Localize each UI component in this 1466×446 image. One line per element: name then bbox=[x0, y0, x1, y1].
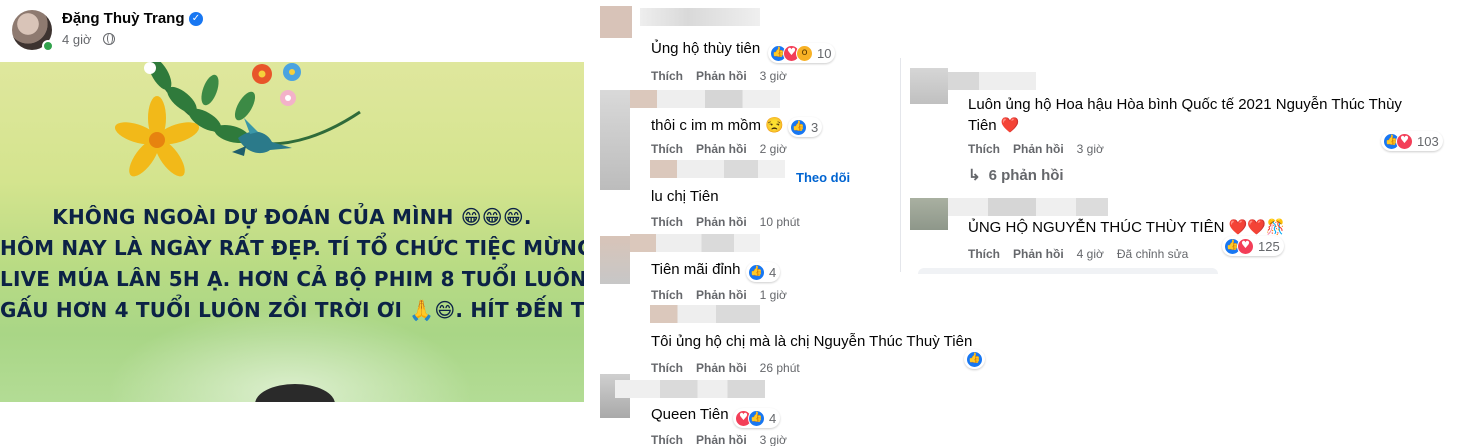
comment-timestamp[interactable]: 10 phút bbox=[760, 215, 800, 229]
post-header: Đặng Thuỳ Trang ✓ 4 giờ bbox=[0, 0, 584, 62]
like-button[interactable]: Thích bbox=[651, 361, 683, 375]
commenter-name-redacted bbox=[650, 305, 760, 323]
comment-text: Luôn ủng hộ Hoa hậu Hòa bình Quốc tế 202… bbox=[968, 96, 1402, 113]
comment-text: ỦNG HỘ NGUYỄN THÚC THÙY TIÊN ❤️❤️🎊 bbox=[968, 219, 1285, 236]
commenter-name-redacted bbox=[948, 198, 1108, 216]
reaction-count: 125 bbox=[1258, 238, 1280, 254]
comment-text: Queen Tiên bbox=[651, 406, 729, 423]
next-comment-partial bbox=[918, 268, 1218, 274]
comment-timestamp[interactable]: 3 giờ bbox=[1077, 142, 1104, 156]
comment-text: Ủng hộ thùy tiên bbox=[651, 40, 761, 57]
like-button[interactable]: Thích bbox=[651, 288, 683, 302]
reaction-summary[interactable]: ♥ 👍 4 bbox=[733, 408, 781, 428]
reaction-summary[interactable]: 👍 3 bbox=[788, 117, 823, 137]
reply-button[interactable]: Phản hồi bbox=[696, 215, 747, 229]
love-icon: ♥ bbox=[1396, 132, 1413, 150]
commenter-name-redacted bbox=[615, 380, 765, 398]
reaction-count: 10 bbox=[817, 45, 832, 61]
like-button[interactable]: Thích bbox=[651, 215, 683, 229]
post-line: KHÔNG NGOÀI DỰ ĐOÁN CỦA MÌNH 😁😁😁. bbox=[52, 205, 532, 229]
reaction-summary[interactable]: 👍 ♥ 125 bbox=[1222, 236, 1284, 256]
thread-divider bbox=[900, 58, 901, 272]
post-line: GẤU HƠN 4 TUỔI LUÔN ZỒI TRỜI ƠI 🙏😄. HÍT … bbox=[0, 298, 584, 322]
like-button[interactable]: Thích bbox=[968, 142, 1000, 156]
commenter-name-redacted bbox=[948, 72, 1036, 90]
commenter-name-redacted bbox=[640, 8, 760, 26]
comment-text: Tiên ❤️ bbox=[968, 117, 1020, 134]
comment-timestamp[interactable]: 3 giờ bbox=[760, 433, 787, 446]
commenter-avatar[interactable] bbox=[600, 236, 630, 284]
comment-actions: Thích Phản hồi 10 phút bbox=[651, 215, 813, 229]
commenter-avatar[interactable] bbox=[910, 198, 948, 230]
reaction-summary[interactable]: 👍 bbox=[964, 349, 985, 369]
comment-text: thôi c im m mồm 😒 bbox=[651, 117, 784, 134]
commenter-avatar[interactable] bbox=[600, 6, 632, 38]
reply-button[interactable]: Phản hồi bbox=[696, 433, 747, 446]
reply-button[interactable]: Phản hồi bbox=[1013, 142, 1064, 156]
like-icon: 👍 bbox=[748, 409, 765, 427]
comment-actions: Thích Phản hồi 1 giờ bbox=[651, 288, 800, 302]
comment-actions: Thích Phản hồi 2 giờ bbox=[651, 142, 800, 156]
reaction-summary[interactable]: 👍 ♥ o 10 bbox=[768, 43, 836, 63]
author-name[interactable]: Đặng Thuỳ Trang bbox=[62, 10, 185, 27]
verified-badge-icon: ✓ bbox=[189, 12, 203, 26]
like-button[interactable]: Thích bbox=[651, 142, 683, 156]
reaction-count: 4 bbox=[769, 410, 777, 426]
reply-button[interactable]: Phản hồi bbox=[1013, 247, 1064, 261]
comment-text: Tiên mãi đỉnh bbox=[651, 261, 741, 278]
comment-actions: Thích Phản hồi 26 phút bbox=[651, 361, 813, 375]
wow-icon: o bbox=[796, 44, 813, 62]
view-replies-link[interactable]: ↳ 6 phản hồi bbox=[968, 166, 1064, 184]
commenter-avatar[interactable] bbox=[600, 90, 630, 190]
comment-timestamp[interactable]: 26 phút bbox=[760, 361, 800, 375]
love-icon: ♥ bbox=[1237, 237, 1254, 255]
follow-link[interactable]: Theo dõi bbox=[796, 170, 850, 185]
reaction-count: 4 bbox=[769, 264, 777, 280]
reply-button[interactable]: Phản hồi bbox=[696, 142, 747, 156]
reaction-summary[interactable]: 👍 ♥ 103 bbox=[1381, 131, 1443, 151]
comment-timestamp[interactable]: 4 giờ bbox=[1077, 247, 1104, 261]
like-icon: 👍 bbox=[748, 263, 765, 281]
post-caption: KHÔNG NGOÀI DỰ ĐOÁN CỦA MÌNH 😁😁😁. HÔM NA… bbox=[0, 202, 584, 326]
commenter-avatar[interactable] bbox=[910, 68, 948, 104]
edited-label[interactable]: Đã chỉnh sửa bbox=[1117, 247, 1188, 261]
post-line: HÔM NAY LÀ NGÀY RẤT ĐẸP. TÍ TỔ CHỨC TIỆC… bbox=[0, 236, 584, 260]
comment-text: Tôi ủng hộ chị mà là chị Nguyễn Thúc Thu… bbox=[651, 333, 973, 350]
like-button[interactable]: Thích bbox=[651, 433, 683, 446]
commenter-name-redacted bbox=[630, 90, 780, 108]
reaction-count: 3 bbox=[811, 119, 819, 135]
comment-actions: Thích Phản hồi 3 giờ bbox=[968, 142, 1117, 156]
comment-actions: Thích Phản hồi 3 giờ bbox=[651, 433, 800, 446]
like-icon: 👍 bbox=[790, 118, 807, 136]
commenter-name-redacted bbox=[650, 160, 785, 178]
post-card: Đặng Thuỳ Trang ✓ 4 giờ KHÔNG NGOÀI DỰ Đ… bbox=[0, 0, 584, 402]
comment-timestamp[interactable]: 2 giờ bbox=[760, 142, 787, 156]
replies-count-label: 6 phản hồi bbox=[988, 167, 1064, 184]
post-background-image[interactable]: KHÔNG NGOÀI DỰ ĐOÁN CỦA MÌNH 😁😁😁. HÔM NA… bbox=[0, 62, 584, 402]
globe-icon bbox=[103, 33, 115, 45]
post-timestamp[interactable]: 4 giờ bbox=[62, 32, 92, 47]
reply-button[interactable]: Phản hồi bbox=[696, 288, 747, 302]
post-line: LIVE MÚA LÂN 5H Ạ. HƠN CẢ BỘ PHIM 8 TUỔI… bbox=[0, 267, 584, 291]
comment-actions: Thích Phản hồi 3 giờ bbox=[651, 69, 800, 83]
comment-timestamp[interactable]: 3 giờ bbox=[760, 69, 787, 83]
reply-arrow-icon: ↳ bbox=[968, 167, 981, 184]
reply-button[interactable]: Phản hồi bbox=[696, 69, 747, 83]
reaction-summary[interactable]: 👍 4 bbox=[746, 262, 781, 282]
like-button[interactable]: Thích bbox=[651, 69, 683, 83]
comment-actions: Thích Phản hồi 4 giờ Đã chỉnh sửa bbox=[968, 247, 1201, 261]
like-button[interactable]: Thích bbox=[968, 247, 1000, 261]
like-icon: 👍 bbox=[966, 350, 983, 368]
commenter-name-redacted bbox=[630, 234, 760, 252]
reaction-count: 103 bbox=[1417, 133, 1439, 149]
comment-text: lu chị Tiên bbox=[651, 188, 719, 205]
online-status-dot bbox=[42, 40, 54, 52]
comment-timestamp[interactable]: 1 giờ bbox=[760, 288, 787, 302]
reply-button[interactable]: Phản hồi bbox=[696, 361, 747, 375]
